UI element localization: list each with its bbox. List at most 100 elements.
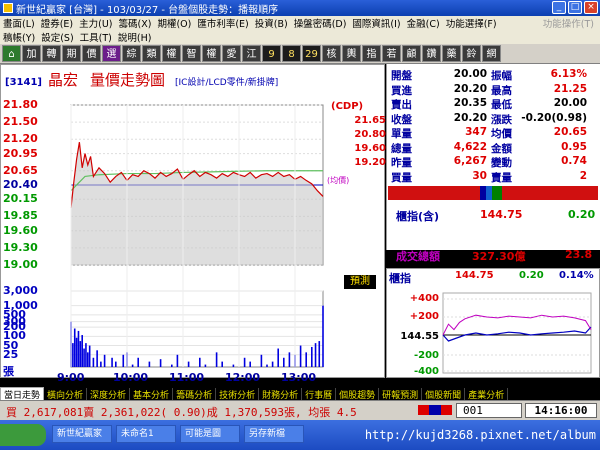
analysis-tab-bar: 當日走勢 橫向分析 深度分析 基本分析 籌碼分析 技術分析 財務分析 行事曆 個股趨勢 研報預測個… — [0, 386, 600, 402]
minimize-icon[interactable]: _ — [552, 1, 566, 14]
stock-header: [3141] 晶宏 量價走勢圖 [IC設計/LCD零件/新掛牌] — [5, 69, 278, 90]
quote-value: -0.20(0.98) — [521, 111, 587, 124]
menu-item[interactable]: 證券(E) — [41, 16, 73, 30]
menu-item[interactable]: 籌碼(X) — [119, 16, 152, 30]
tab-2[interactable]: 橫向分析 — [44, 387, 88, 401]
toolbar-button[interactable]: 鈴 — [462, 45, 481, 62]
cdp-label: (CDP) — [331, 101, 364, 112]
close-icon[interactable]: × — [584, 1, 598, 14]
predict-button[interactable]: 預測 — [344, 275, 376, 289]
tab-11[interactable]: 個股新聞 — [422, 387, 466, 401]
taskbar-app-image[interactable]: 可能是圖 — [180, 425, 240, 443]
menu-item[interactable]: 操盤密碼(D) — [294, 16, 347, 30]
price-tick-label: 19.30 — [3, 240, 38, 254]
toolbar-button[interactable]: 江 — [242, 45, 261, 62]
time-tick-label: 13:00 — [281, 371, 317, 384]
quote-row: 總量 4,622 金額 0.95 — [387, 141, 600, 155]
tab-4[interactable]: 基本分析 — [130, 387, 174, 401]
toolbar-button[interactable]: 顧 — [402, 45, 421, 62]
status-bar: 買 2,617,081賣 2,361,022( 0.90)成 1,370,593… — [0, 400, 600, 420]
quote-label: 金額 — [491, 142, 512, 155]
quote-label: 收盤 — [391, 113, 412, 126]
taskbar-app-saveas[interactable]: 另存新檔 — [244, 425, 304, 443]
toolbar-button[interactable]: 9 — [262, 45, 281, 62]
industry-tag: [IC設計/LCD零件/新掛牌] — [175, 78, 279, 88]
toolbar-button[interactable]: 8 — [282, 45, 301, 62]
stock-name: 晶宏 — [47, 71, 78, 89]
home-icon[interactable]: ⌂ — [2, 45, 21, 62]
toolbar-button[interactable]: 價 — [82, 45, 101, 62]
menu-item[interactable]: 投資(B) — [255, 16, 288, 30]
toolbar-button[interactable]: 權 — [162, 45, 181, 62]
quote-label: 最低 — [491, 99, 512, 111]
app-icon — [3, 3, 13, 13]
toolbar-button[interactable]: 選 — [102, 45, 121, 62]
quote-value: 6.13% — [550, 68, 587, 80]
menu-item-disabled: 功能操作(T) — [542, 19, 594, 30]
tab-6[interactable]: 技術分析 — [216, 387, 260, 401]
otc-index-chart-pct: 0.14% — [559, 270, 594, 281]
quote-value: 20.00 — [553, 97, 587, 109]
menu-row-1: 畫面(L) 證券(E) 主力(U) 籌碼(X) 期權(O) 匯市利率(E) 投資(B) 操盤密… — [0, 16, 600, 30]
menu-item[interactable]: 主力(U) — [79, 16, 112, 30]
menu-item[interactable]: 匯市利率(E) — [197, 16, 248, 30]
quote-row: 買量 30 賣量 2 — [387, 170, 600, 184]
toolbar-button[interactable]: 指 — [362, 45, 381, 62]
tab-9[interactable]: 個股趨勢 — [336, 387, 380, 401]
otc-index-chart-title: 櫃指 — [389, 272, 411, 285]
menu-item[interactable]: 畫面(L) — [3, 16, 35, 30]
menu-item[interactable]: 國際資訊(I) — [352, 16, 400, 30]
cdp-al: 19.20 — [354, 157, 386, 168]
quote-row: 賣出 20.35 最低 20.00 — [387, 97, 600, 111]
quote-row: 買進 20.20 最高 21.25 — [387, 83, 600, 97]
menu-item[interactable]: 期權(O) — [157, 16, 191, 30]
index-tick: -400 — [413, 366, 439, 377]
otc-index-change: 0.20 — [568, 208, 596, 221]
quote-value: 21.25 — [553, 82, 587, 95]
menu-item[interactable]: 稿帳(Y) — [3, 30, 35, 44]
toolbar-button[interactable]: 權 — [202, 45, 221, 62]
maximize-icon[interactable]: □ — [568, 1, 582, 14]
stock-code-input[interactable]: 001 — [456, 403, 522, 418]
chart-kind: 量價走勢圖 — [90, 71, 166, 89]
index-tick: +400 — [409, 293, 439, 304]
menu-item[interactable]: 工具(T) — [80, 30, 112, 44]
quote-value: 20.00 — [453, 68, 487, 80]
toolbar-button[interactable]: 輿 — [342, 45, 361, 62]
toolbar-button[interactable]: 愛 — [222, 45, 241, 62]
tab-7[interactable]: 財務分析 — [259, 387, 303, 401]
tab-5[interactable]: 籌碼分析 — [173, 387, 217, 401]
toolbar-button[interactable]: 綜 — [122, 45, 141, 62]
tab-3[interactable]: 深度分析 — [87, 387, 131, 401]
menu-item[interactable]: 說明(H) — [118, 30, 152, 44]
toolbar-button[interactable]: 若 — [382, 45, 401, 62]
toolbar-button[interactable]: 智 — [182, 45, 201, 62]
toolbar-button[interactable]: 轉 — [42, 45, 61, 62]
menu-item[interactable]: 功能選擇(F) — [446, 16, 497, 30]
otc-index-chart-pane: 櫃指 144.75 0.20 0.14% +400 +200 144.55 -2… — [386, 268, 600, 378]
tab-10[interactable]: 研報預測 — [379, 387, 423, 401]
taskbar-app-untitled[interactable]: 未命名1 — [116, 425, 176, 443]
toolbar-button[interactable]: 核 — [322, 45, 341, 62]
toolbar-button[interactable]: 鑽 — [422, 45, 441, 62]
turnover-label: 成交總額 — [396, 250, 440, 263]
tab-8[interactable]: 行事曆 — [302, 387, 337, 401]
tab-12[interactable]: 產業分析 — [465, 387, 509, 401]
menu-item[interactable]: 金融(C) — [407, 16, 440, 30]
quote-label: 漲跌 — [491, 113, 512, 126]
toolbar-button[interactable]: 網 — [482, 45, 501, 62]
quote-label: 開盤 — [391, 70, 412, 82]
quote-label: 振幅 — [491, 70, 512, 82]
toolbar-button[interactable]: 類 — [142, 45, 161, 62]
menu-row-2: 稿帳(Y) 設定(S) 工具(T) 說明(H) — [0, 30, 600, 44]
toolbar-button[interactable]: 期 — [62, 45, 81, 62]
quote-label: 買進 — [391, 84, 412, 97]
quote-value: 6,267 — [453, 155, 487, 167]
toolbar-button[interactable]: 29 — [302, 45, 321, 62]
toolbar-button[interactable]: 加 — [22, 45, 41, 62]
start-button[interactable] — [0, 424, 46, 446]
toolbar-button[interactable]: 藥 — [442, 45, 461, 62]
quote-label: 買量 — [391, 171, 412, 184]
menu-item[interactable]: 設定(S) — [41, 30, 73, 44]
taskbar-app-winner[interactable]: 新世紀贏家 — [52, 425, 112, 443]
